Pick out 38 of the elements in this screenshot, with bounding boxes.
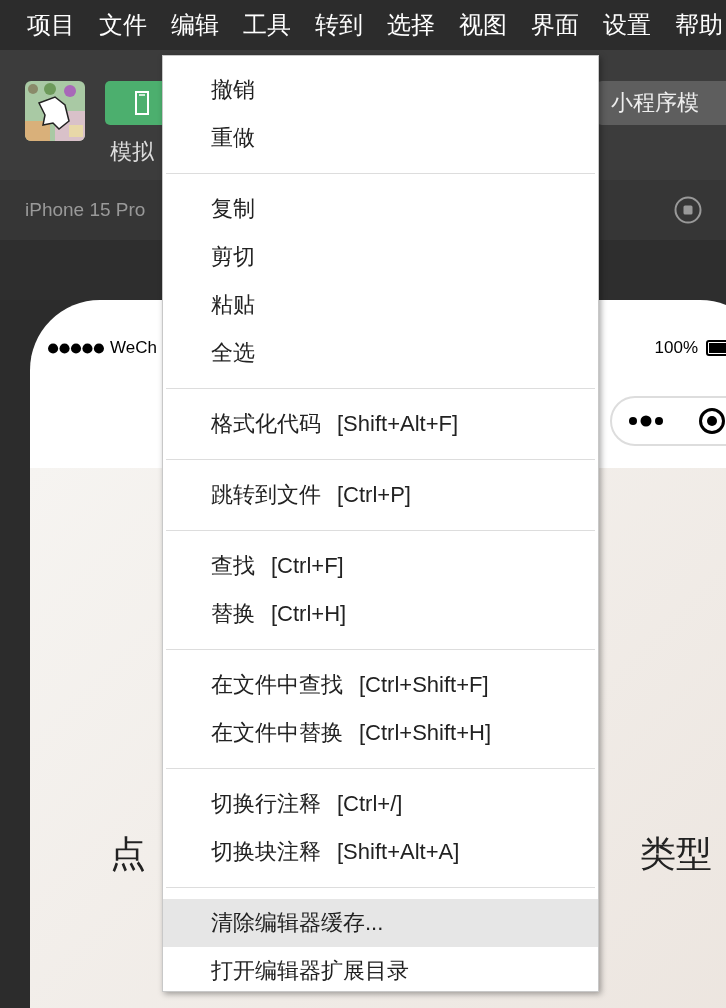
simulator-label: 模拟 (110, 138, 155, 166)
menu-bar-item[interactable]: 设置 (603, 9, 651, 41)
menu-bar-item[interactable]: 编辑 (171, 9, 219, 41)
phone-icon (135, 91, 149, 115)
menu-item[interactable]: 格式化代码 [Shift+Alt+F] (163, 400, 598, 448)
battery-label: 100% (654, 338, 698, 358)
more-icon[interactable] (628, 415, 666, 427)
content-text: 点 (110, 832, 146, 876)
menu-bar-item[interactable]: 选择 (387, 9, 435, 41)
menu-item[interactable]: 打开编辑器扩展目录 (163, 947, 598, 995)
carrier-label: WeCh (110, 338, 157, 358)
menu-item[interactable]: 在文件中替换 [Ctrl+Shift+H] (163, 709, 598, 757)
menu-item[interactable]: 剪切 (163, 233, 598, 281)
menu-item[interactable]: 重做 (163, 114, 598, 162)
menu-item[interactable]: 在文件中查找 [Ctrl+Shift+F] (163, 661, 598, 709)
menu-item[interactable]: 查找 [Ctrl+F] (163, 542, 598, 590)
mode-button[interactable]: 小程序模 (596, 81, 726, 125)
menu-item[interactable]: 切换行注释 [Ctrl+/] (163, 780, 598, 828)
menu-bar-item[interactable]: 转到 (315, 9, 363, 41)
menu-item[interactable]: 切换块注释 [Shift+Alt+A] (163, 828, 598, 876)
menu-bar-item[interactable]: 工具 (243, 9, 291, 41)
menu-item[interactable]: 粘贴 (163, 281, 598, 329)
menu-bar-item[interactable]: 界面 (531, 9, 579, 41)
menu-bar-item[interactable]: 视图 (459, 9, 507, 41)
menu-item[interactable]: 替换 [Ctrl+H] (163, 590, 598, 638)
capsule-menu[interactable] (610, 396, 726, 446)
menu-bar-item[interactable]: 帮助 (675, 9, 723, 41)
menu-item[interactable]: 撤销 (163, 66, 598, 114)
menu-item[interactable]: 全选 (163, 329, 598, 377)
menu-item[interactable]: 跳转到文件 [Ctrl+P] (163, 471, 598, 519)
signal-icon (47, 342, 105, 354)
menu-item[interactable]: 清除编辑器缓存... (163, 899, 598, 947)
stop-icon[interactable] (674, 196, 702, 224)
content-text: 类型 (640, 832, 712, 876)
menu-bar-item[interactable]: 文件 (99, 9, 147, 41)
menu-item[interactable]: 复制 (163, 185, 598, 233)
menu-bar-item[interactable]: 项目 (27, 9, 75, 41)
device-selector[interactable]: iPhone 15 Pro (25, 199, 146, 221)
